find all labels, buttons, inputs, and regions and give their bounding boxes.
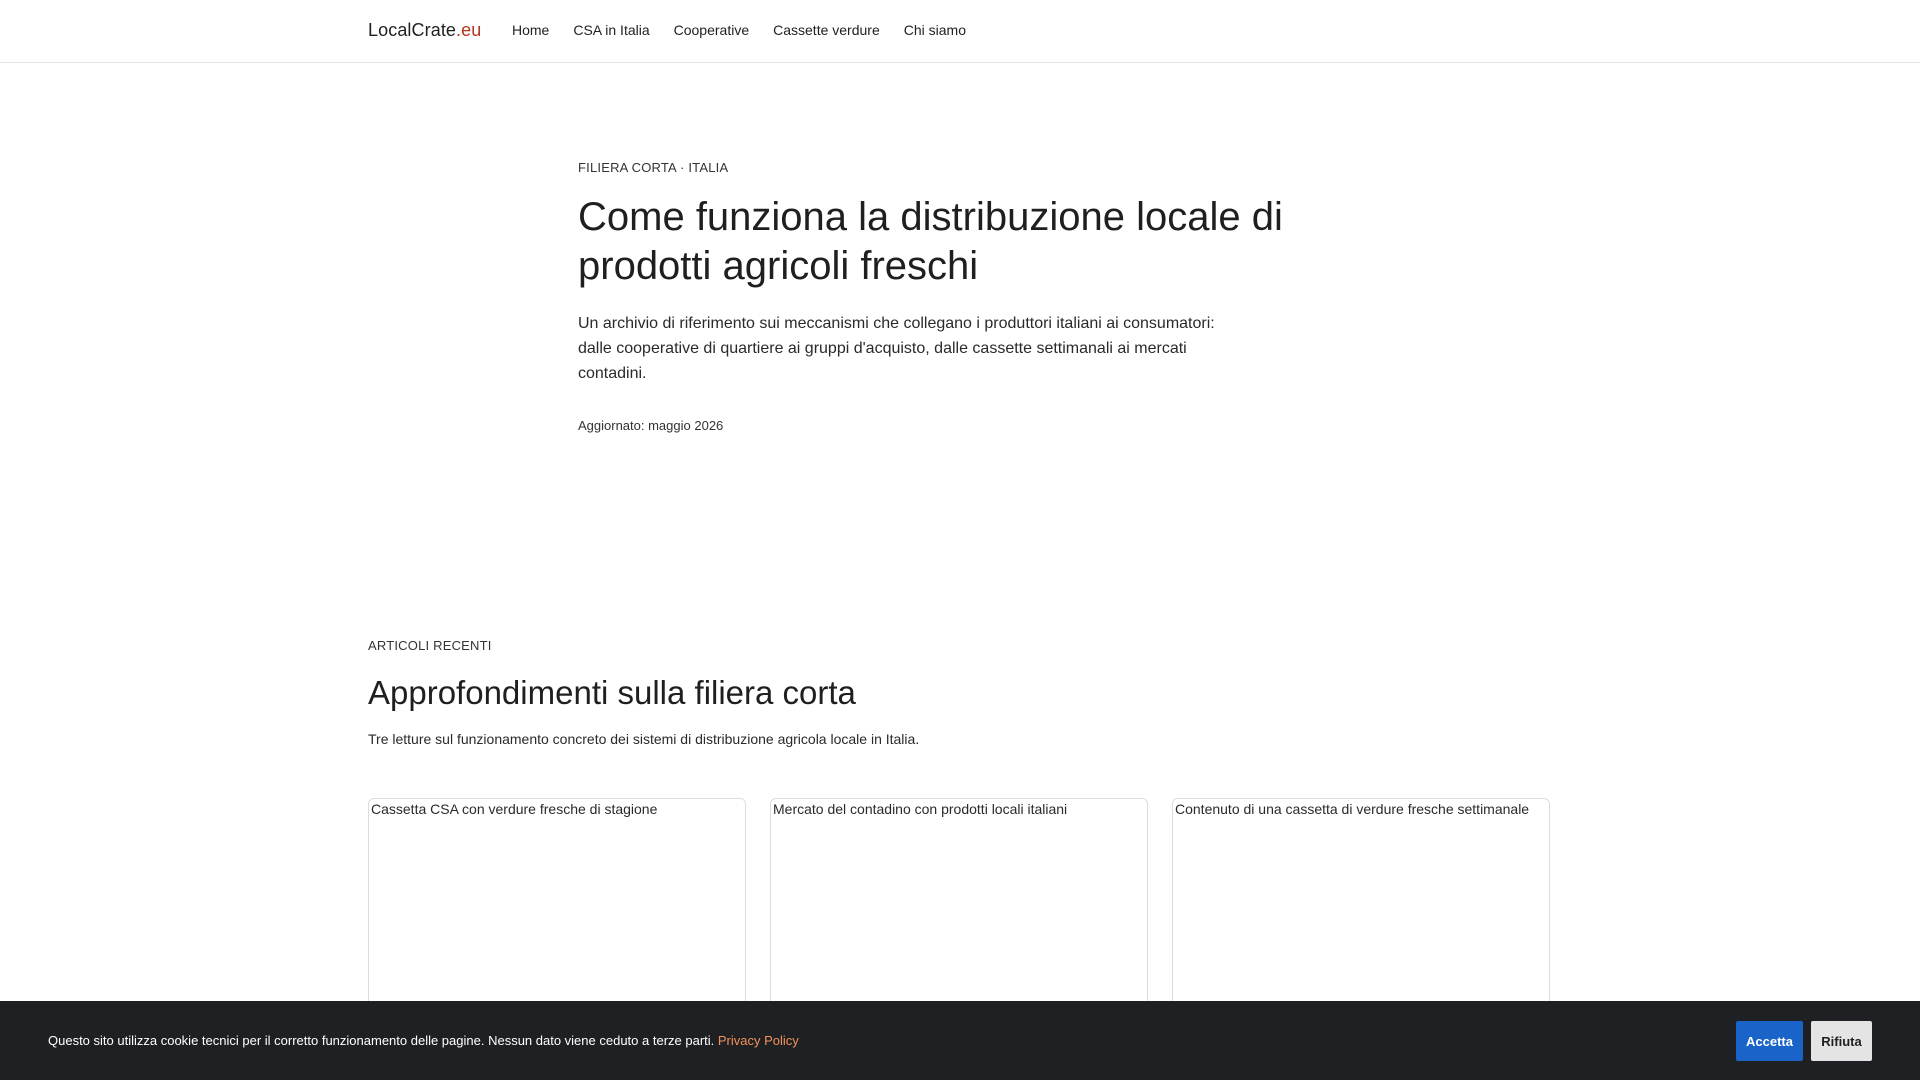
hero-lead: Un archivio di riferimento sui meccanism… (578, 315, 1215, 382)
hero-eyebrow: FILIERA CORTA · ITALIA (578, 160, 729, 175)
accept-cookies-button[interactable]: Accetta (1736, 1021, 1803, 1061)
nav-item-cassette-verdure[interactable]: Cassette verdure (773, 22, 880, 38)
article-image[interactable]: Cassetta CSA con verdure fresche di stag… (369, 799, 745, 817)
recent-eyebrow: ARTICOLI RECENTI (368, 638, 492, 653)
nav-item-cooperative[interactable]: Cooperative (674, 22, 750, 38)
updated-date: Aggiornato: maggio 2026 (578, 418, 724, 433)
brand-name: LocalCrate (368, 20, 457, 40)
nav-item-chi-siamo[interactable]: Chi siamo (904, 22, 966, 38)
nav-item-home[interactable]: Home (512, 22, 549, 38)
article-image[interactable]: Mercato del contadino con prodotti local… (771, 799, 1147, 817)
cookie-message: Questo sito utilizza cookie tecnici per … (48, 1033, 799, 1048)
main-nav: Home CSA in Italia Cooperative Cassette … (512, 22, 966, 38)
article-image-alt: Mercato del contadino con prodotti local… (773, 801, 1068, 817)
recent-title: Approfondimenti sulla filiera corta (368, 674, 856, 711)
site-header: LocalCrate.eu Home CSA in Italia Coopera… (0, 0, 1920, 63)
article-image[interactable]: Contenuto di una cassetta di verdure fre… (1173, 799, 1549, 817)
reject-cookies-button[interactable]: Rifiuta (1811, 1021, 1872, 1061)
recent-articles-section: ARTICOLI RECENTI Approfondimenti sulla f… (368, 638, 1552, 747)
privacy-policy-link[interactable]: Privacy Policy (718, 1033, 799, 1048)
nav-item-csa-in-italia[interactable]: CSA in Italia (573, 22, 649, 38)
site-logo[interactable]: LocalCrate.eu (368, 20, 481, 41)
brand-tld: .eu (456, 20, 482, 40)
hero-section: FILIERA CORTA · ITALIA Come funziona la … (578, 160, 1338, 433)
cookie-banner: Questo sito utilizza cookie tecnici per … (0, 1001, 1920, 1080)
article-image-alt: Contenuto di una cassetta di verdure fre… (1175, 801, 1530, 817)
cookie-message-text: Questo sito utilizza cookie tecnici per … (48, 1033, 715, 1048)
article-image-alt: Cassetta CSA con verdure fresche di stag… (371, 801, 658, 817)
recent-intro: Tre letture sul funzionamento concreto d… (368, 731, 920, 747)
page-title: Come funziona la distribuzione locale di… (578, 195, 1283, 288)
